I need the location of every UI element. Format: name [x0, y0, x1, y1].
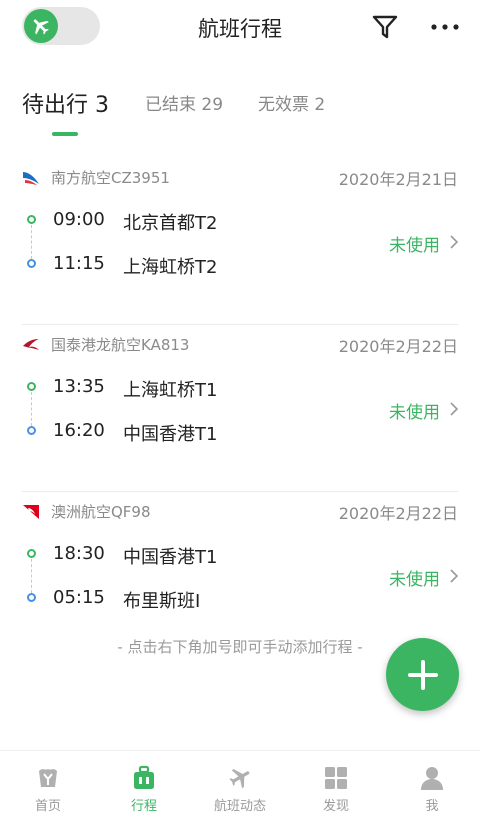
add-trip-button[interactable]: [386, 638, 459, 711]
arrival-time: 16:20: [53, 420, 105, 441]
departure-dot: [27, 549, 36, 558]
route-line: [31, 225, 32, 259]
ticket-status: 未使用: [389, 403, 440, 423]
chevron-right-icon: [450, 402, 459, 416]
nav-trips[interactable]: 行程: [96, 765, 192, 814]
route-line: [31, 559, 32, 593]
tab-indicator: [52, 132, 78, 136]
arrival-dot: [27, 426, 36, 435]
home-icon: [39, 769, 57, 787]
more-icon: [431, 24, 459, 30]
departure-time: 13:35: [53, 376, 105, 397]
nav-label: 首页: [34, 799, 61, 814]
departure-airport: 北京首都T2: [123, 213, 218, 234]
nav-me[interactable]: 我: [384, 765, 480, 814]
chevron-right-icon: [450, 235, 459, 249]
trip-date: 2020年2月22日: [338, 337, 458, 356]
departure-airport: 上海虹桥T1: [123, 380, 218, 401]
bottom-nav: 首页 行程 航班动态 发现 我: [0, 750, 480, 818]
nav-discover[interactable]: 发现: [288, 765, 384, 814]
arrival-airport: 上海虹桥T2: [123, 257, 218, 278]
arrival-dot: [27, 593, 36, 602]
nav-home[interactable]: 首页: [0, 765, 96, 814]
arrival-time: 05:15: [53, 587, 105, 608]
route-line: [31, 392, 32, 426]
chevron-right-icon: [450, 569, 459, 583]
departure-time: 18:30: [53, 543, 105, 564]
page-title: 航班行程: [198, 17, 282, 41]
plane-icon: [229, 769, 250, 789]
header: 航班行程: [0, 0, 480, 56]
trip-tabs: 待出行 3 已结束 29 无效票 2: [0, 80, 480, 136]
tab-finished[interactable]: 已结束 29: [145, 90, 223, 115]
nav-label: 发现: [322, 799, 349, 814]
filter-icon: [372, 15, 398, 39]
airline-name: 澳洲航空QF98: [51, 503, 151, 521]
nav-label: 航班动态: [213, 799, 266, 814]
nav-label: 行程: [130, 799, 157, 814]
china-southern-logo-icon: [23, 172, 39, 185]
arrival-dot: [27, 259, 36, 268]
arrival-airport: 中国香港T1: [123, 424, 218, 445]
departure-airport: 中国香港T1: [123, 547, 218, 568]
trip-card[interactable]: 南方航空CZ3951 2020年2月21日 09:00 北京首都T2 11:15…: [0, 158, 480, 325]
ticket-status: 未使用: [389, 236, 440, 256]
airline-name: 国泰港龙航空KA813: [51, 336, 190, 354]
departure-dot: [27, 382, 36, 391]
nav-label: 我: [425, 799, 439, 814]
nav-flight-status[interactable]: 航班动态: [192, 765, 288, 814]
departure-dot: [27, 215, 36, 224]
arrival-airport: 布里斯班I: [123, 591, 201, 612]
plus-icon: [407, 659, 438, 690]
ticket-status: 未使用: [389, 570, 440, 590]
more-button[interactable]: [428, 12, 462, 42]
tab-upcoming[interactable]: 待出行 3: [22, 87, 109, 119]
arrival-time: 11:15: [53, 253, 105, 274]
airline-name: 南方航空CZ3951: [51, 169, 170, 187]
trip-date: 2020年2月22日: [338, 504, 458, 523]
grid-icon: [325, 767, 347, 789]
suitcase-icon: [134, 765, 154, 789]
trip-card[interactable]: 澳洲航空QF98 2020年2月22日 18:30 中国香港T1 05:15 布…: [0, 492, 480, 659]
trip-date: 2020年2月21日: [338, 170, 458, 189]
trip-card[interactable]: 国泰港龙航空KA813 2020年2月22日 13:35 上海虹桥T1 16:2…: [0, 325, 480, 492]
filter-button[interactable]: [370, 12, 400, 42]
cathay-dragon-logo-icon: [23, 339, 39, 350]
user-icon: [421, 767, 443, 790]
tab-invalid[interactable]: 无效票 2: [258, 90, 325, 115]
qantas-logo-icon: [23, 505, 39, 519]
departure-time: 09:00: [53, 209, 105, 230]
